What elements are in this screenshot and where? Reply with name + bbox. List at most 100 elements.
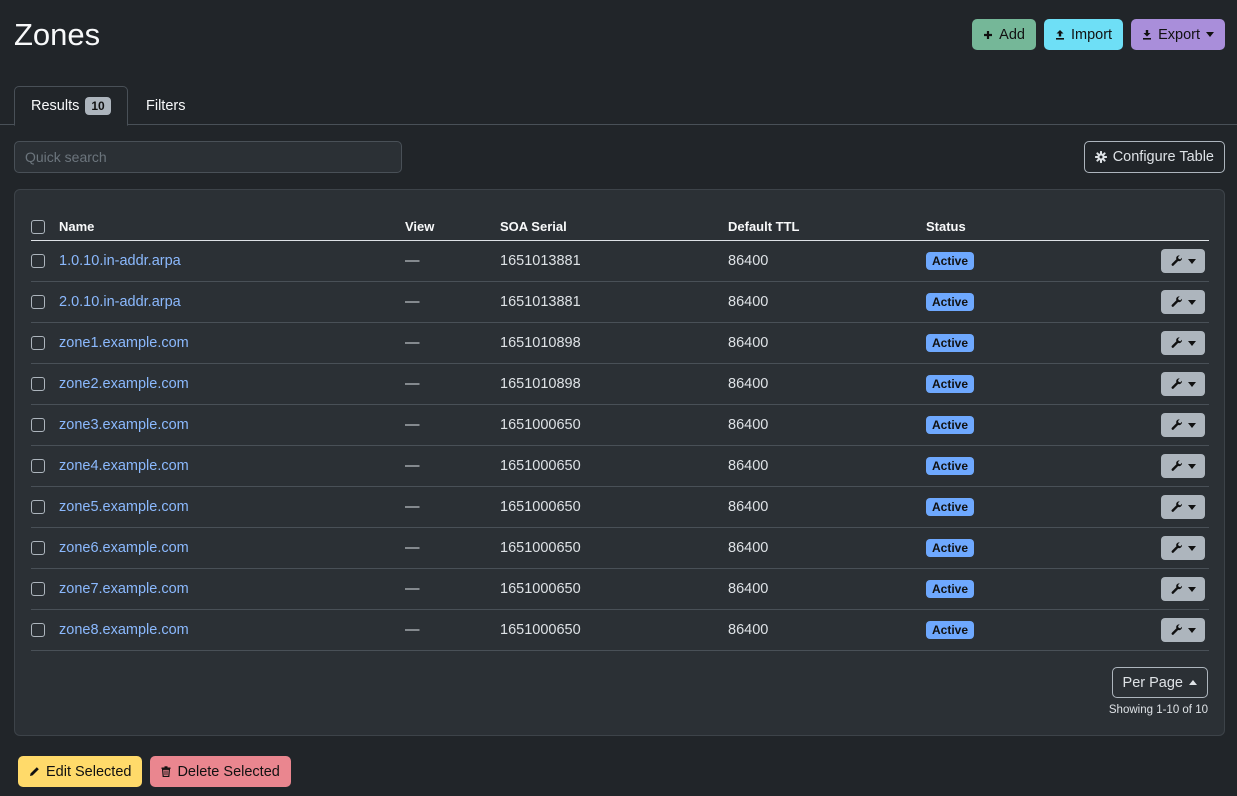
import-button[interactable]: Import	[1043, 19, 1124, 50]
table-row: zone8.example.com —1651000650 86400 Active	[31, 609, 1209, 651]
zone-default-ttl: 86400	[728, 486, 926, 528]
status-badge: Active	[926, 252, 975, 270]
zone-soa-serial: 1651000650	[500, 527, 728, 569]
zone-name-link[interactable]: 1.0.10.in-addr.arpa	[59, 253, 181, 269]
zone-default-ttl: 86400	[728, 281, 926, 323]
zone-view: —	[405, 281, 500, 323]
column-header-name[interactable]: Name	[59, 212, 405, 241]
status-badge: Active	[926, 416, 975, 434]
chevron-down-icon	[1187, 627, 1196, 633]
table-row: zone3.example.com —1651000650 86400 Active	[31, 404, 1209, 446]
chevron-down-icon	[1187, 545, 1196, 551]
zone-name-link[interactable]: zone3.example.com	[59, 417, 189, 433]
column-header-default-ttl[interactable]: Default TTL	[728, 212, 926, 241]
add-label: Add	[999, 26, 1025, 43]
status-badge: Active	[926, 539, 975, 557]
zone-view: —	[405, 363, 500, 405]
wrench-icon	[1171, 255, 1183, 267]
chevron-down-icon	[1206, 32, 1214, 37]
zone-name-link[interactable]: zone6.example.com	[59, 540, 189, 556]
bulk-actions: Edit Selected Delete Selected	[18, 756, 291, 787]
zone-name-link[interactable]: zone5.example.com	[59, 499, 189, 515]
status-badge: Active	[926, 498, 975, 516]
table-row: zone1.example.com —1651010898 86400 Active	[31, 322, 1209, 364]
row-actions-dropdown[interactable]	[1161, 413, 1205, 437]
row-actions-dropdown[interactable]	[1161, 536, 1205, 560]
status-badge: Active	[926, 457, 975, 475]
row-checkbox[interactable]	[31, 254, 45, 269]
pencil-icon	[30, 767, 39, 776]
status-badge: Active	[926, 621, 975, 639]
row-actions-dropdown[interactable]	[1161, 577, 1205, 601]
table-row: zone5.example.com —1651000650 86400 Active	[31, 486, 1209, 528]
row-checkbox[interactable]	[31, 418, 45, 433]
table-row: zone4.example.com —1651000650 86400 Active	[31, 445, 1209, 487]
row-actions-dropdown[interactable]	[1161, 249, 1205, 273]
tab-results[interactable]: Results 10	[14, 86, 128, 126]
tab-filters[interactable]: Filters	[130, 86, 201, 125]
zone-default-ttl: 86400	[728, 445, 926, 487]
zone-view: —	[405, 609, 500, 651]
chevron-down-icon	[1187, 299, 1196, 305]
table-row: zone7.example.com —1651000650 86400 Active	[31, 568, 1209, 610]
edit-selected-button[interactable]: Edit Selected	[18, 756, 143, 787]
chevron-down-icon	[1187, 463, 1196, 469]
per-page-dropdown[interactable]: Per Page	[1111, 667, 1208, 698]
select-all-checkbox[interactable]	[31, 219, 45, 234]
zone-name-link[interactable]: zone2.example.com	[59, 376, 189, 392]
row-actions-dropdown[interactable]	[1161, 372, 1205, 396]
row-checkbox[interactable]	[31, 377, 45, 392]
results-count-badge: 10	[85, 97, 111, 115]
chevron-down-icon	[1187, 381, 1196, 387]
zone-name-link[interactable]: zone8.example.com	[59, 622, 189, 638]
tab-bar: Results 10 Filters	[0, 86, 1237, 126]
delete-selected-button[interactable]: Delete Selected	[150, 756, 291, 787]
row-checkbox[interactable]	[31, 295, 45, 310]
zone-view: —	[405, 240, 500, 282]
column-header-view[interactable]: View	[405, 212, 500, 241]
wrench-icon	[1171, 624, 1183, 636]
column-header-soa-serial[interactable]: SOA Serial	[500, 212, 728, 241]
zone-soa-serial: 1651000650	[500, 609, 728, 651]
row-checkbox[interactable]	[31, 623, 45, 638]
zone-soa-serial: 1651000650	[500, 486, 728, 528]
zone-name-link[interactable]: zone1.example.com	[59, 335, 189, 351]
table-row: zone6.example.com —1651000650 86400 Active	[31, 527, 1209, 569]
zone-view: —	[405, 322, 500, 364]
upload-icon	[1055, 30, 1064, 40]
zone-view: —	[405, 404, 500, 446]
table-row: 2.0.10.in-addr.arpa —1651013881 86400 Activ…	[31, 281, 1209, 323]
zone-default-ttl: 86400	[728, 527, 926, 569]
zone-name-link[interactable]: 2.0.10.in-addr.arpa	[59, 294, 181, 310]
zone-name-link[interactable]: zone4.example.com	[59, 458, 189, 474]
table-body: 1.0.10.in-addr.arpa —1651013881 86400 Activ…	[31, 240, 1209, 651]
row-actions-dropdown[interactable]	[1161, 331, 1205, 355]
add-button[interactable]: Add	[972, 19, 1036, 50]
quick-search-input[interactable]	[14, 141, 402, 173]
row-actions-dropdown[interactable]	[1161, 495, 1205, 519]
zone-default-ttl: 86400	[728, 568, 926, 610]
zone-name-link[interactable]: zone7.example.com	[59, 581, 189, 597]
row-actions-dropdown[interactable]	[1161, 290, 1205, 314]
page-title: Zones	[14, 17, 101, 52]
row-checkbox[interactable]	[31, 336, 45, 351]
table-row: 1.0.10.in-addr.arpa —1651013881 86400 Activ…	[31, 240, 1209, 282]
configure-table-button[interactable]: Configure Table	[1083, 141, 1225, 173]
row-checkbox[interactable]	[31, 582, 45, 597]
wrench-icon	[1171, 419, 1183, 431]
chevron-down-icon	[1187, 504, 1196, 510]
status-badge: Active	[926, 580, 975, 598]
zone-view: —	[405, 445, 500, 487]
column-header-status[interactable]: Status	[926, 212, 1126, 241]
row-checkbox[interactable]	[31, 459, 45, 474]
zone-default-ttl: 86400	[728, 322, 926, 364]
row-actions-dropdown[interactable]	[1161, 454, 1205, 478]
export-button[interactable]: Export	[1131, 19, 1225, 50]
row-checkbox[interactable]	[31, 541, 45, 556]
row-checkbox[interactable]	[31, 500, 45, 515]
wrench-icon	[1171, 583, 1183, 595]
row-actions-dropdown[interactable]	[1161, 618, 1205, 642]
wrench-icon	[1171, 542, 1183, 554]
download-icon	[1143, 30, 1152, 40]
zone-soa-serial: 1651000650	[500, 445, 728, 487]
